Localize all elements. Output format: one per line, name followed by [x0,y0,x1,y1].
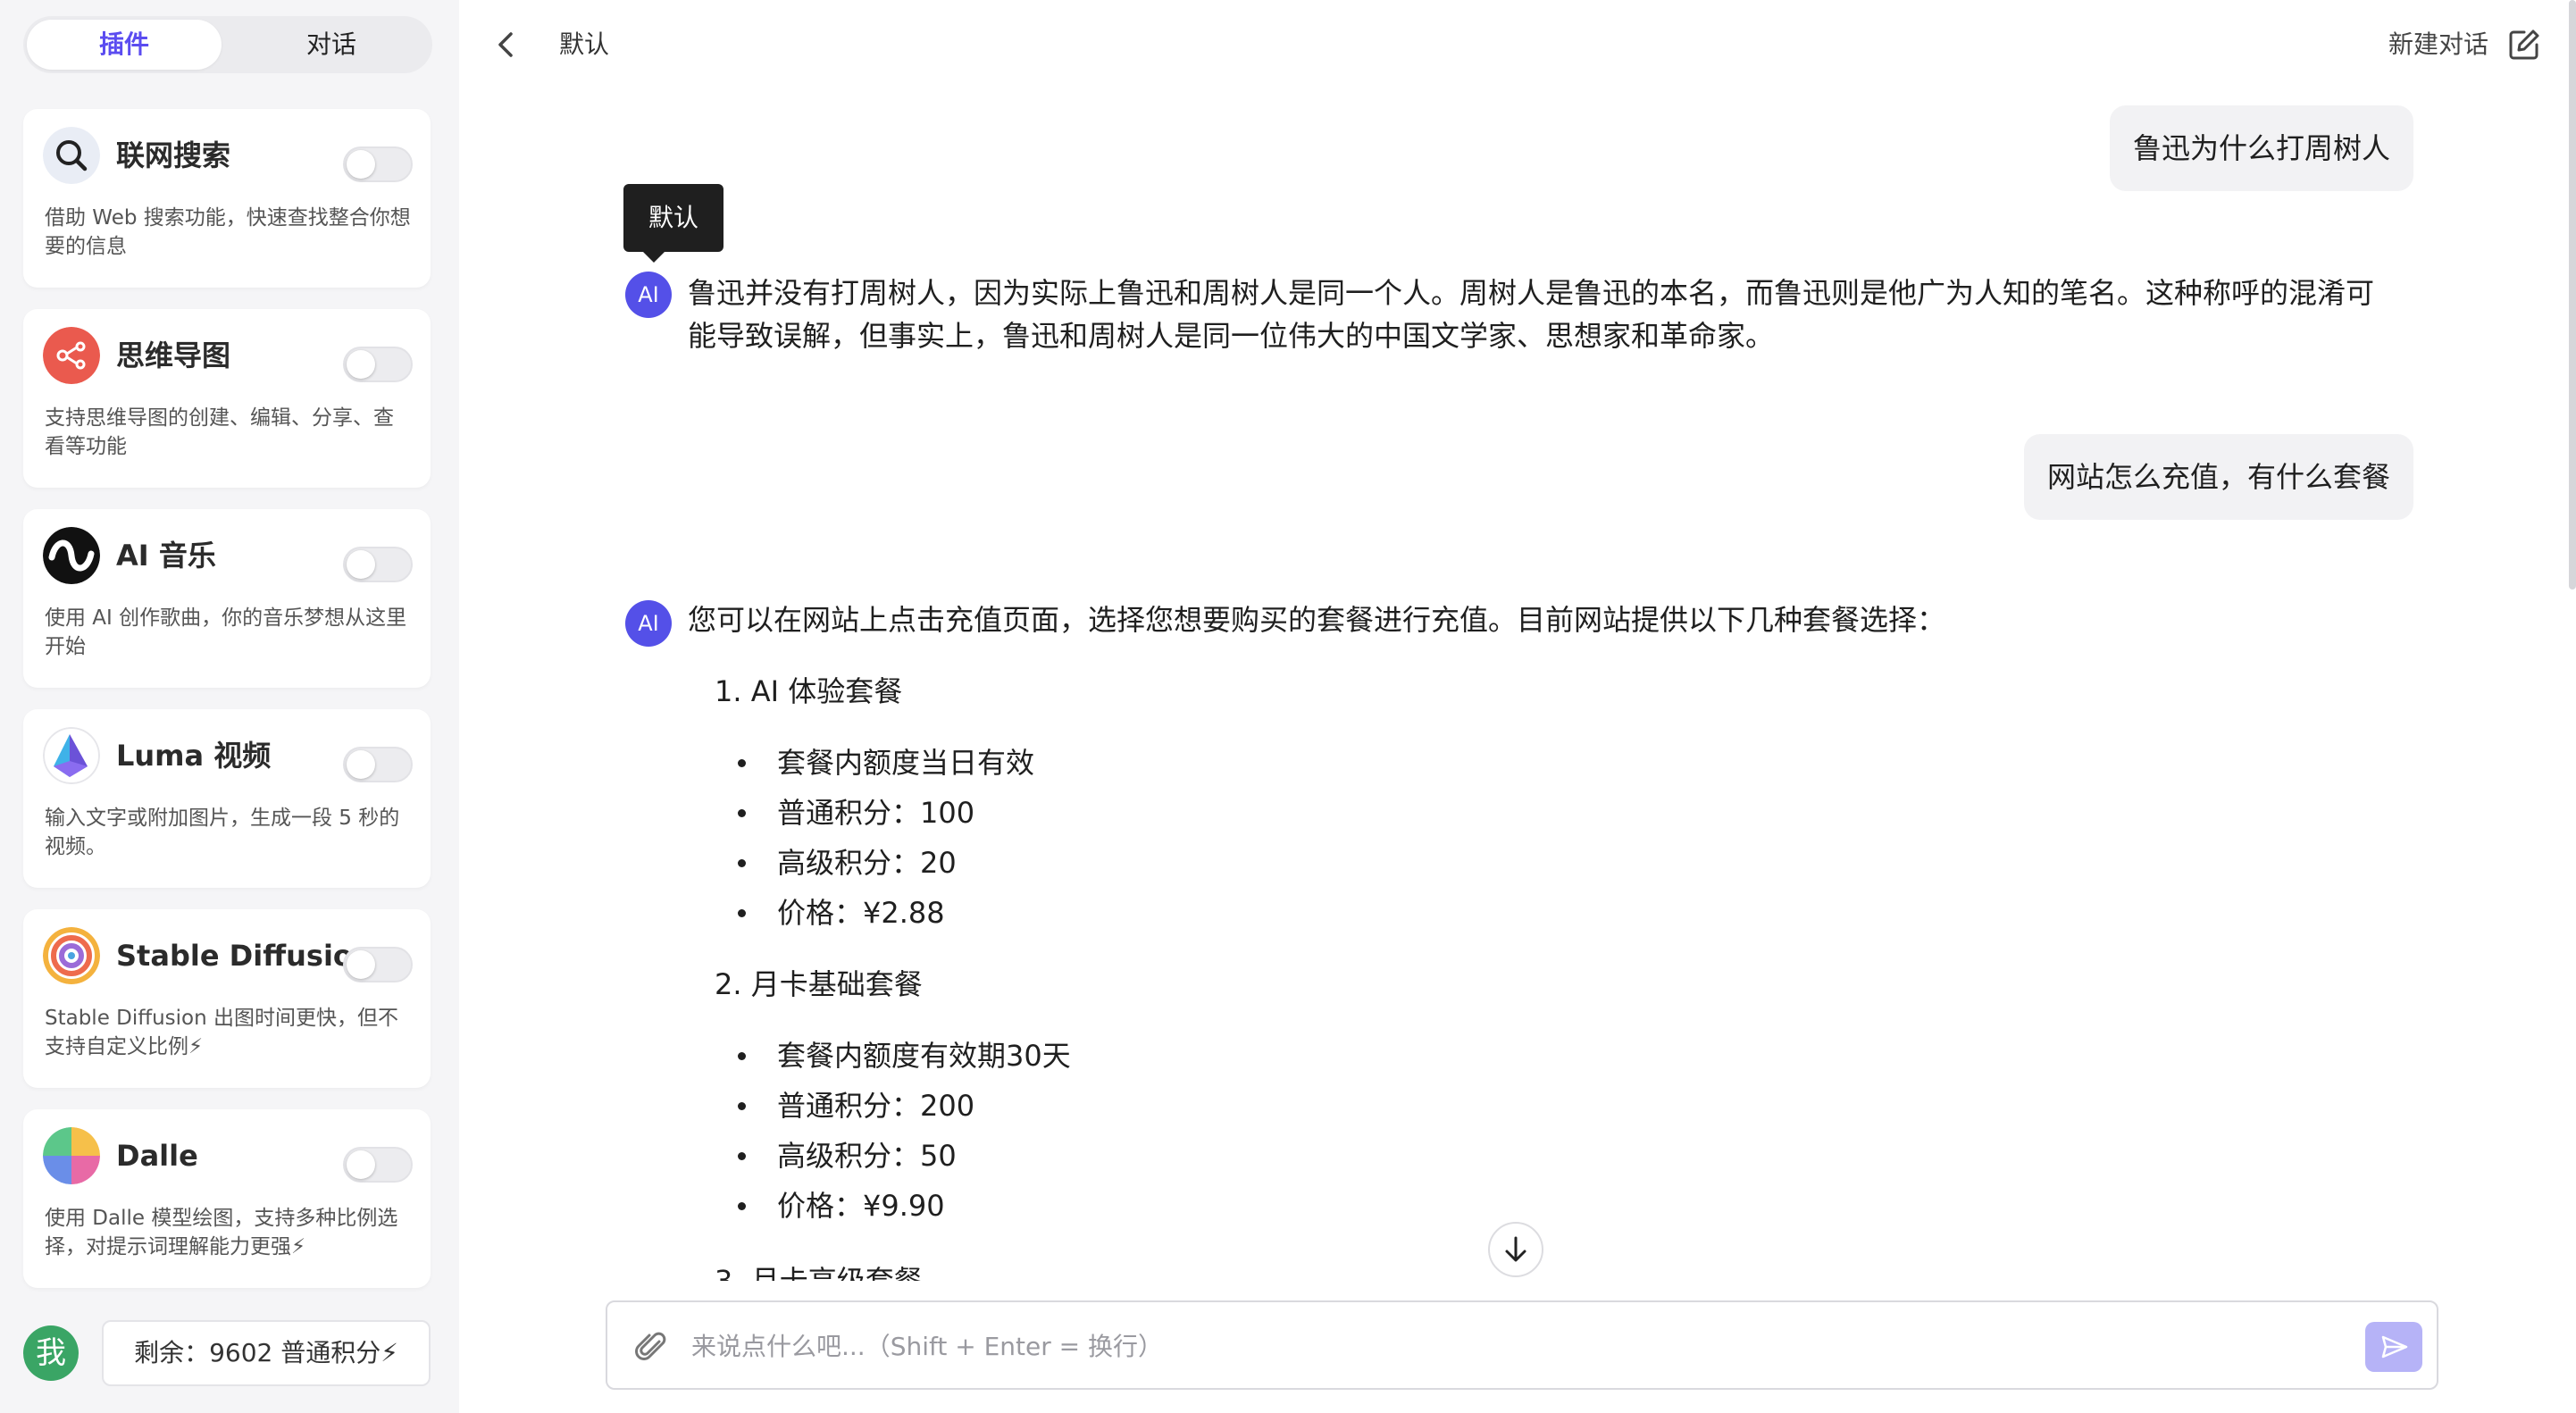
plugin-card-luma-video[interactable]: Luma 视频 输入文字或附加图片，生成一段 5 秒的视频。 [23,709,431,888]
ai-avatar[interactable]: AI [625,272,672,318]
list-item: 价格：¥9.90 [738,1184,945,1227]
stable-diffusion-icon [43,927,100,984]
balance-display: 剩余：9602 普通积分⚡ [102,1320,431,1386]
plugin-name: 思维导图 [116,339,231,372]
sidebar: 插件 对话 联网搜索 借助 Web 搜索功能，快速查找整合你想要的信息 思维导图… [0,0,459,1413]
plugin-description: 借助 Web 搜索功能，快速查找整合你想要的信息 [45,206,411,258]
plan-heading: 1. AI 体验套餐 [715,674,903,708]
plugin-toggle-dalle[interactable] [343,1147,413,1183]
plugin-description: 使用 Dalle 模型绘图，支持多种比例选择，对提示词理解能力更强⚡ [45,1207,398,1258]
plugin-toggle-stable-diffusion[interactable] [343,947,413,982]
plugin-toggle-luma-video[interactable] [343,747,413,782]
plugin-card-dalle[interactable]: Dalle 使用 Dalle 模型绘图，支持多种比例选择，对提示词理解能力更强⚡ [23,1109,431,1288]
plugin-description: 使用 AI 创作歌曲，你的音乐梦想从这里开始 [45,606,407,658]
paperclip-icon[interactable] [634,1329,670,1365]
user-message: 鲁迅为什么打周树人 [2110,105,2414,191]
plugin-card-stable-diffusion[interactable]: Stable Diffusion Stable Diffusion 出图时间更快… [23,909,431,1088]
plugin-description: 支持思维导图的创建、编辑、分享、查看等功能 [45,406,394,458]
ai-avatar[interactable]: AI [625,600,672,647]
list-item: 高级积分：20 [738,841,957,884]
arrow-down-icon [1505,1236,1526,1262]
toggle-knob [347,350,375,379]
ai-message: 鲁迅并没有打周树人，因为实际上鲁迅和周树人是同一个人。周树人是鲁迅的本名，而鲁迅… [688,276,2375,353]
toggle-knob [347,950,375,979]
plugin-toggle-ai-music[interactable] [343,547,413,582]
luma-icon [43,727,100,784]
plugin-card-ai-music[interactable]: AI 音乐 使用 AI 创作歌曲，你的音乐梦想从这里开始 [23,509,431,688]
model-tooltip: 默认 [623,184,723,252]
plugin-card-web-search[interactable]: 联网搜索 借助 Web 搜索功能，快速查找整合你想要的信息 [23,109,431,288]
user-message: 网站怎么充值，有什么套餐 [2024,434,2414,520]
list-item-text: 普通积分：200 [777,1089,975,1123]
music-icon [43,527,100,584]
scrollbar[interactable] [2569,0,2576,589]
list-item-text: 高级积分：20 [777,846,957,880]
send-icon [2381,1335,2408,1359]
toggle-knob [347,1150,375,1179]
plugin-name: 联网搜索 [116,138,231,172]
plugin-name: Dalle [116,1139,198,1173]
plugin-toggle-web-search[interactable] [343,146,413,182]
message-input[interactable] [691,1322,2031,1370]
tab-conversations[interactable]: 对话 [234,20,429,70]
list-item: 普通积分：200 [738,1084,975,1127]
new-chat-button[interactable]: 新建对话 [2388,25,2488,64]
plan-heading: 2. 月卡基础套餐 [715,967,923,1001]
list-item: 价格：¥2.88 [738,891,945,934]
user-avatar[interactable]: 我 [23,1325,79,1381]
edit-icon[interactable] [2506,27,2542,63]
ai-message: 您可以在网站上点击充值页面，选择您想要购买的套餐进行充值。目前网站提供以下几种套… [688,603,1946,637]
send-button[interactable] [2365,1322,2422,1372]
list-item: 普通积分：100 [738,791,975,834]
plan-heading: 3. 月卡高级套餐 [715,1264,923,1281]
plugin-toggle-mindmap[interactable] [343,347,413,382]
plugin-name: AI 音乐 [116,539,216,573]
clipped-content: 3. 月卡高级套餐 [679,1254,1572,1281]
conversation-title: 默认 [559,29,610,59]
toggle-knob [347,150,375,179]
plugin-name: Stable Diffusion [116,939,373,973]
list-item: 套餐内额度有效期30天 [738,1034,1071,1077]
list-item-text: 价格：¥9.90 [777,1189,945,1223]
plugin-card-mindmap[interactable]: 思维导图 支持思维导图的创建、编辑、分享、查看等功能 [23,309,431,488]
toggle-knob [347,750,375,779]
mindmap-icon [43,327,100,384]
list-item-text: 普通积分：100 [777,796,975,830]
tab-plugins[interactable]: 插件 [27,20,222,70]
list-item-text: 套餐内额度当日有效 [777,746,1035,780]
list-item-text: 价格：¥2.88 [777,896,945,930]
chat-input-bar [606,1300,2438,1390]
dalle-icon [43,1127,100,1184]
list-item-text: 高级积分：50 [777,1139,957,1173]
plugin-description: 输入文字或附加图片，生成一段 5 秒的视频。 [45,807,400,858]
list-item: 高级积分：50 [738,1134,957,1177]
sidebar-tab-switch: 插件 对话 [23,16,432,73]
search-icon [43,127,100,184]
plugin-description: Stable Diffusion 出图时间更快，但不支持自定义比例⚡ [45,1007,399,1058]
back-chevron-icon[interactable] [493,27,520,63]
toggle-knob [347,550,375,579]
list-item-text: 套餐内额度有效期30天 [777,1039,1071,1073]
tooltip-arrow [643,252,665,263]
scroll-to-bottom-button[interactable] [1488,1222,1543,1277]
plugin-name: Luma 视频 [116,739,272,773]
list-item: 套餐内额度当日有效 [738,741,1035,784]
